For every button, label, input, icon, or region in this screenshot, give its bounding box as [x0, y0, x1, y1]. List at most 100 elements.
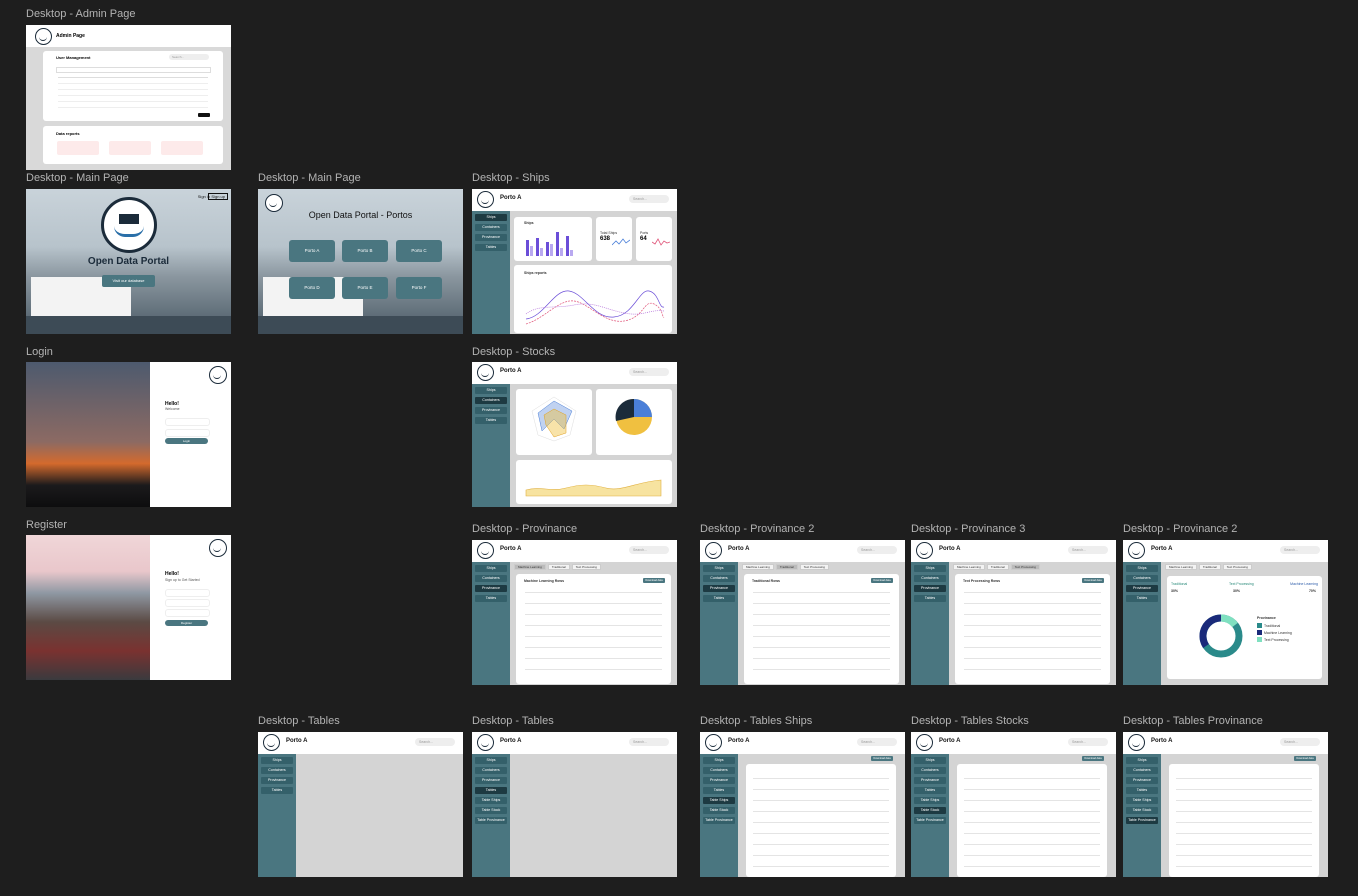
provinance-2-page-frame[interactable]: Porto A Search... Ships Containers Provin…	[700, 540, 905, 685]
tables-page-frame[interactable]: Porto A Search... Ships Containers Provin…	[258, 732, 463, 877]
nav-ships[interactable]: Ships	[1126, 757, 1158, 764]
admin-search-input[interactable]: Search...	[169, 54, 209, 60]
nav-provinance[interactable]: Provinance	[475, 407, 507, 414]
nav-ships[interactable]: Ships	[914, 757, 946, 764]
nav-tables[interactable]: Tables	[475, 417, 507, 424]
download-data-button[interactable]: Download data	[1082, 756, 1104, 761]
tab-text-processing[interactable]: Text Processing	[799, 564, 829, 570]
login-password-field[interactable]	[165, 429, 210, 437]
tab-text-processing[interactable]: Text Processing	[1010, 564, 1040, 570]
search-input[interactable]: Search...	[629, 368, 669, 376]
download-data-button[interactable]: Download data	[643, 578, 665, 583]
tab-machine-learning[interactable]: Machine Learning	[514, 564, 546, 570]
nav-provinance[interactable]: Provinance	[914, 585, 946, 592]
porto-b-button[interactable]: Porto B	[342, 240, 388, 262]
tables-ships-page-frame[interactable]: Porto A Search... Ships Containers Provin…	[700, 732, 905, 877]
porto-c-button[interactable]: Porto C	[396, 240, 442, 262]
report-card[interactable]	[109, 141, 151, 155]
nav-containers[interactable]: Containers	[914, 767, 946, 774]
admin-save-button[interactable]	[198, 113, 210, 117]
nav-tables[interactable]: Tables	[475, 244, 507, 251]
nav-tables[interactable]: Tables	[703, 595, 735, 602]
search-input[interactable]: Search...	[1280, 546, 1320, 554]
nav-provinance[interactable]: Provinance	[914, 777, 946, 784]
nav-containers[interactable]: Containers	[475, 575, 507, 582]
register-email-field[interactable]	[165, 599, 210, 607]
tab-machine-learning[interactable]: Machine Learning	[742, 564, 774, 570]
porto-f-button[interactable]: Porto F	[396, 277, 442, 299]
nav-table-stock[interactable]: Table Stock	[475, 807, 507, 814]
nav-tables[interactable]: Tables	[261, 787, 293, 794]
tables-2-page-frame[interactable]: Porto A Search... Ships Containers Provin…	[472, 732, 677, 877]
nav-table-provinance[interactable]: Table Provinance	[1126, 817, 1158, 824]
nav-containers[interactable]: Containers	[475, 767, 507, 774]
tables-provinance-page-frame[interactable]: Porto A Search... Ships Containers Provin…	[1123, 732, 1328, 877]
nav-containers[interactable]: Containers	[1126, 575, 1158, 582]
nav-ships[interactable]: Ships	[475, 387, 507, 394]
search-input[interactable]: Search...	[1280, 738, 1320, 746]
tab-traditional[interactable]: Traditional	[775, 564, 798, 570]
download-data-button[interactable]: Download data	[871, 578, 893, 583]
download-data-button[interactable]: Download data	[871, 756, 893, 761]
tab-machine-learning[interactable]: Machine Learning	[1165, 564, 1197, 570]
nav-containers[interactable]: Containers	[1126, 767, 1158, 774]
nav-tables[interactable]: Tables	[1126, 595, 1158, 602]
login-email-field[interactable]	[165, 418, 210, 426]
nav-ships[interactable]: Ships	[261, 757, 293, 764]
tables-stocks-page-frame[interactable]: Porto A Search... Ships Containers Provin…	[911, 732, 1116, 877]
tab-text-processing[interactable]: Text Processing	[1222, 564, 1252, 570]
nav-containers[interactable]: Containers	[475, 397, 507, 404]
register-password-field[interactable]	[165, 609, 210, 617]
nav-table-stock[interactable]: Table Stock	[1126, 807, 1158, 814]
nav-table-stock[interactable]: Table Stock	[703, 807, 735, 814]
tab-traditional[interactable]: Traditional	[986, 564, 1009, 570]
report-card[interactable]	[57, 141, 99, 155]
ships-page-frame[interactable]: Porto A Search... Ships Containers Provin…	[472, 189, 677, 334]
search-input[interactable]: Search...	[857, 738, 897, 746]
nav-tables[interactable]: Tables	[914, 787, 946, 794]
search-input[interactable]: Search...	[1068, 546, 1108, 554]
search-input[interactable]: Search...	[857, 546, 897, 554]
porto-a-button[interactable]: Porto A	[289, 240, 335, 262]
search-input[interactable]: Search...	[629, 195, 669, 203]
tab-traditional[interactable]: Traditional	[547, 564, 570, 570]
admin-page-frame[interactable]: Admin Page User Management Search... Dat…	[26, 25, 231, 170]
nav-ships[interactable]: Ships	[703, 565, 735, 572]
nav-ships[interactable]: Ships	[914, 565, 946, 572]
nav-provinance[interactable]: Provinance	[1126, 777, 1158, 784]
nav-table-provinance[interactable]: Table Provinance	[475, 817, 507, 824]
register-button[interactable]: Register	[165, 620, 208, 626]
nav-ships[interactable]: Ships	[475, 214, 507, 221]
visit-database-button[interactable]: Visit our database	[102, 275, 155, 287]
nav-ships[interactable]: Ships	[475, 565, 507, 572]
download-data-button[interactable]: Download data	[1082, 578, 1104, 583]
nav-containers[interactable]: Containers	[703, 767, 735, 774]
provinance-3-page-frame[interactable]: Porto A Search... Ships Containers Provin…	[911, 540, 1116, 685]
main-page-frame[interactable]: Open Data Portal Visit our database Sign…	[26, 189, 231, 334]
login-button[interactable]: Login	[165, 438, 208, 444]
nav-table-ships[interactable]: Table Ships	[475, 797, 507, 804]
nav-provinance[interactable]: Provinance	[703, 777, 735, 784]
porto-e-button[interactable]: Porto E	[342, 277, 388, 299]
portos-page-frame[interactable]: Open Data Portal - Portos Porto A Porto …	[258, 189, 463, 334]
admin-filter-bar[interactable]	[56, 67, 211, 73]
porto-d-button[interactable]: Porto D	[289, 277, 335, 299]
nav-containers[interactable]: Containers	[475, 224, 507, 231]
login-frame[interactable]: Hello! Welcome Login	[26, 362, 231, 507]
nav-table-provinance[interactable]: Table Provinance	[914, 817, 946, 824]
search-input[interactable]: Search...	[415, 738, 455, 746]
nav-provinance[interactable]: Provinance	[1126, 585, 1158, 592]
nav-table-stock[interactable]: Table Stock	[914, 807, 946, 814]
report-card[interactable]	[161, 141, 203, 155]
tab-machine-learning[interactable]: Machine Learning	[953, 564, 985, 570]
nav-tables[interactable]: Tables	[703, 787, 735, 794]
nav-tables[interactable]: Tables	[475, 787, 507, 794]
search-input[interactable]: Search...	[629, 546, 669, 554]
nav-tables[interactable]: Tables	[1126, 787, 1158, 794]
tab-text-processing[interactable]: Text Processing	[571, 564, 601, 570]
nav-table-ships[interactable]: Table Ships	[914, 797, 946, 804]
register-name-field[interactable]	[165, 589, 210, 597]
nav-containers[interactable]: Containers	[261, 767, 293, 774]
tab-traditional[interactable]: Traditional	[1198, 564, 1221, 570]
nav-ships[interactable]: Ships	[1126, 565, 1158, 572]
